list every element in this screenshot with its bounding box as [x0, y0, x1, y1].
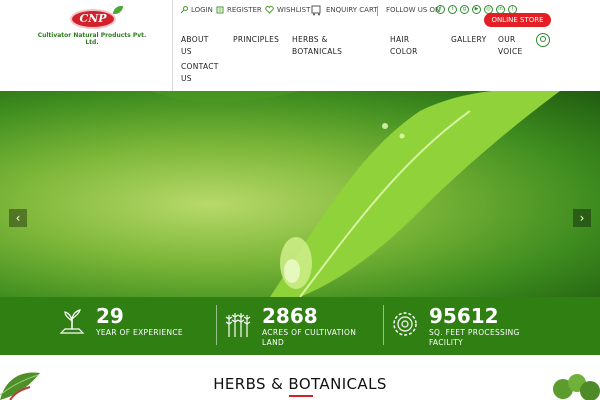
company-name: Cultivator Natural Products Pvt. Ltd. — [37, 32, 147, 46]
enquiry-cart-link[interactable]: ENQUIRY CART — [311, 2, 378, 18]
nav-about-line2: US — [181, 47, 192, 56]
facebook-icon[interactable]: f — [436, 5, 445, 14]
butterfly-icon — [113, 6, 123, 14]
stat-experience-label-line1: YEAR OF EXPERIENCE — [96, 328, 183, 337]
nav-voice-line2: VOICE — [498, 47, 523, 56]
nav-principles[interactable]: PRINCIPLES — [233, 34, 279, 46]
brand-logo[interactable]: CNP Cultivator Natural Products Pvt. Ltd… — [36, 4, 148, 46]
hero-leaf-image — [150, 91, 560, 297]
header-divider — [172, 0, 173, 91]
stat-divider — [383, 305, 384, 345]
stat-facility-label-line1: SQ. FEET PROCESSING — [429, 328, 520, 337]
register-link[interactable]: REGISTER — [216, 2, 262, 18]
topbar-separator — [377, 6, 378, 16]
nav-hair-line2: COLOR — [390, 47, 418, 56]
cart-icon — [311, 5, 321, 16]
youtube-icon[interactable]: ▶ — [472, 5, 481, 14]
nav-herbs-botanicals[interactable]: HERBS & BOTANICALS — [292, 34, 342, 58]
nav-principles-label: PRINCIPLES — [233, 35, 280, 44]
page: CNP Cultivator Natural Products Pvt. Ltd… — [0, 0, 600, 400]
nav-gallery-label: GALLERY — [451, 35, 487, 44]
wheat-icon — [225, 313, 251, 337]
plant-icon — [59, 309, 85, 334]
enquiry-cart-label: ENQUIRY CART — [326, 6, 378, 14]
search-icon[interactable] — [536, 33, 550, 47]
wishlist-label: WISHLIST — [277, 6, 311, 14]
google-plus-icon[interactable]: g — [460, 5, 469, 14]
hero-slider: ‹ › — [0, 91, 600, 297]
nav-herbs-line2: BOTANICALS — [292, 47, 343, 56]
stat-acres-number: 2868 — [262, 304, 318, 328]
stat-acres-label-line2: LAND — [262, 338, 285, 347]
nav-gallery[interactable]: GALLERY — [451, 34, 486, 46]
logo-mark: CNP — [70, 9, 116, 29]
login-link[interactable]: LOGIN — [180, 2, 213, 18]
register-icon — [216, 6, 224, 14]
nav-herbs-line1: HERBS & — [292, 35, 328, 44]
stat-experience-number: 29 — [96, 304, 124, 328]
section-title: HERBS & BOTANICALS — [213, 375, 387, 393]
stat-divider — [216, 305, 217, 345]
stat-facility-label: SQ. FEET PROCESSING FACILITY — [429, 328, 520, 348]
gear-icon — [393, 312, 417, 336]
nav-voice-line1: OUR — [498, 35, 516, 44]
slider-prev-button[interactable]: ‹ — [9, 209, 27, 227]
nav-hair-color[interactable]: HAIR COLOR — [390, 34, 418, 58]
wishlist-link[interactable]: WISHLIST — [265, 2, 310, 18]
stat-experience-label: YEAR OF EXPERIENCE — [96, 328, 183, 338]
nav-about-line1: ABOUT — [181, 35, 209, 44]
follow-us-label: FOLLOW US ON — [386, 6, 441, 14]
title-underline — [289, 395, 313, 397]
stat-acres-label: ACRES OF CULTIVATION LAND — [262, 328, 356, 348]
twitter-icon[interactable]: t — [448, 5, 457, 14]
stat-facility-label-line2: FACILITY — [429, 338, 464, 347]
nav-about-us[interactable]: ABOUT US — [181, 34, 209, 58]
stat-acres-label-line1: ACRES OF CULTIVATION — [262, 328, 357, 337]
slider-next-button[interactable]: › — [573, 209, 591, 227]
nav-contact-line1: CONTACT — [181, 62, 219, 71]
heart-icon — [265, 6, 274, 14]
nav-contact-us[interactable]: CONTACT US — [181, 61, 219, 85]
register-label: REGISTER — [227, 6, 262, 14]
nav-hair-line1: HAIR — [390, 35, 410, 44]
site-header: CNP Cultivator Natural Products Pvt. Ltd… — [0, 0, 600, 91]
online-store-button[interactable]: ONLINE STORE — [484, 13, 551, 27]
nav-our-voice[interactable]: OUR VOICE — [498, 34, 523, 58]
key-icon — [180, 6, 188, 14]
nav-contact-line2: US — [181, 74, 192, 83]
stats-bar: 29 YEAR OF EXPERIENCE 2868 ACRES OF CULT… — [0, 297, 600, 355]
login-label: LOGIN — [191, 6, 213, 14]
stat-facility-number: 95612 — [429, 304, 499, 328]
